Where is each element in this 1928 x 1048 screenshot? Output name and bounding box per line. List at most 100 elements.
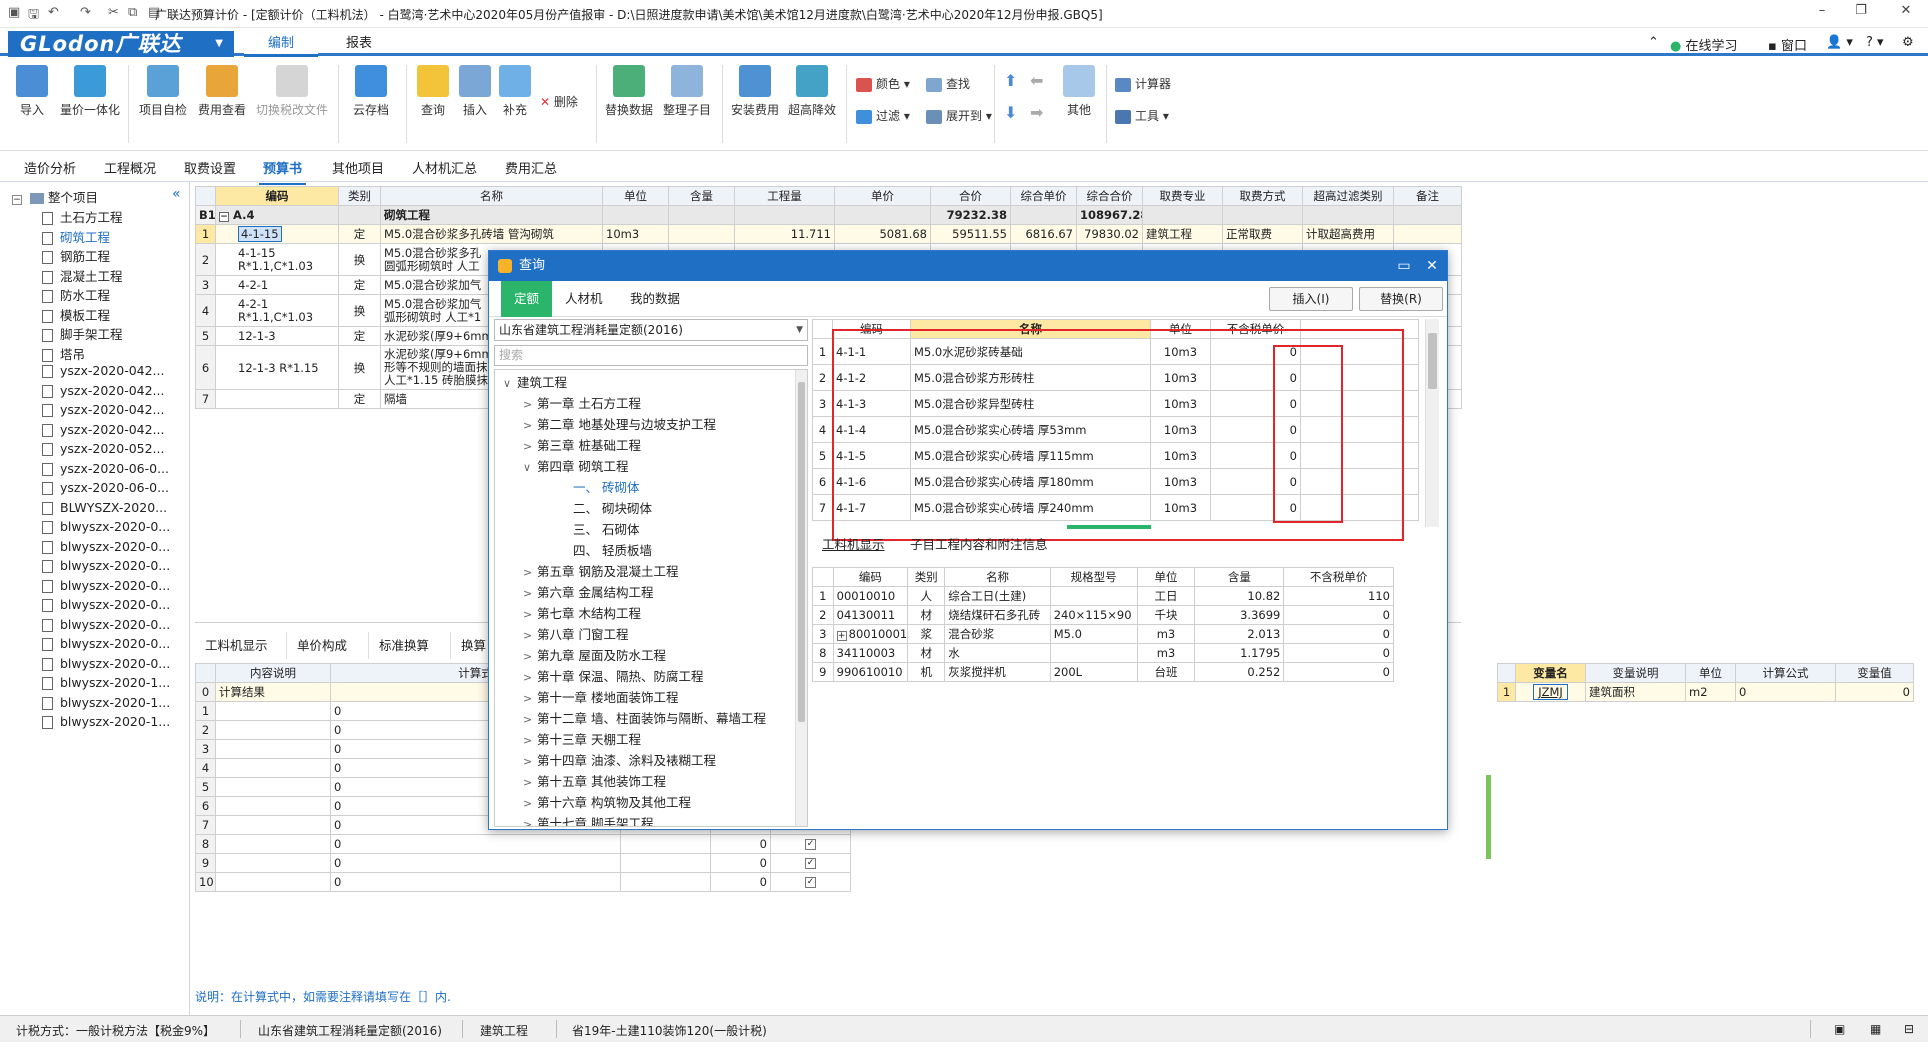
filter-button[interactable]: 过滤 ▾ xyxy=(856,107,910,124)
table-row[interactable]: 2 04130011 材烧结煤矸石多孔砖 240×115×90 千块 3.3699 0 xyxy=(812,605,1394,625)
col-m-code[interactable]: 编码 xyxy=(832,567,909,587)
install-fee-button[interactable]: 安装费用 xyxy=(731,65,779,118)
table-row[interactable]: 1 JZMJ 建筑面积 m2 0 0 xyxy=(1497,682,1914,702)
tree-item[interactable]: yszx-2020-06-0... xyxy=(42,461,169,476)
col-var-formula[interactable]: 计算公式 xyxy=(1735,663,1836,683)
col-m-price[interactable]: 不含税单价 xyxy=(1283,567,1394,587)
col-unit[interactable]: 单位 xyxy=(602,186,669,206)
col-m-name[interactable]: 名称 xyxy=(944,567,1051,587)
restore-button[interactable]: ❐ xyxy=(1845,3,1877,18)
table-row[interactable]: 3 +80010001 浆混合砂浆 M5.0 m3 2.013 0 xyxy=(812,624,1394,644)
subtab-content-notes[interactable]: 子目工程内容和附注信息 xyxy=(910,534,1048,553)
tree-item[interactable]: blwyszx-2020-0... xyxy=(42,617,170,632)
fee-standard-status[interactable]: 省19年-土建110装饰120(一般计税) xyxy=(572,1022,767,1039)
tools-button[interactable]: 工具 ▾ xyxy=(1115,107,1169,124)
move-down-icon[interactable]: ⬇ xyxy=(1004,103,1017,122)
tab-standard-conversion[interactable]: 标准换算 xyxy=(369,632,451,659)
tree-item[interactable]: blwyszx-2020-0... xyxy=(42,597,170,612)
tree-item[interactable]: blwyszx-2020-0... xyxy=(42,656,170,671)
chapter-tree-item[interactable]: 三、 石砌体 xyxy=(543,519,639,538)
tree-item[interactable]: 混凝土工程 xyxy=(42,266,123,285)
code-cell[interactable]: 4-1-15 xyxy=(238,226,282,242)
other-button[interactable]: 其他 xyxy=(1063,65,1095,118)
tree-item[interactable]: yszx-2020-042... xyxy=(42,402,164,417)
chapter-tree-item[interactable]: > 第五章 钢筋及混凝土工程 xyxy=(523,561,678,580)
cloud-archive-button[interactable]: 云存档 xyxy=(353,65,389,118)
help-menu-icon[interactable]: ? ▾ xyxy=(1866,35,1884,50)
chapter-tree-item[interactable]: > 第十四章 油漆、涂料及裱糊工程 xyxy=(523,750,716,769)
col-m-spec[interactable]: 规格型号 xyxy=(1049,567,1138,587)
resize-handle[interactable] xyxy=(1486,775,1491,859)
tree-item[interactable]: yszx-2020-06-0... xyxy=(42,480,169,495)
formula-cell[interactable]: 0 xyxy=(330,853,621,873)
subtab-resource-display[interactable]: 工料机显示 xyxy=(822,534,885,553)
tree-item[interactable]: 模板工程 xyxy=(42,305,110,324)
tree-item[interactable]: blwyszx-2020-1... xyxy=(42,714,170,729)
tree-item[interactable]: blwyszx-2020-0... xyxy=(42,578,170,593)
var-desc-cell[interactable]: 建筑面积 xyxy=(1585,682,1686,702)
checkbox[interactable]: ✓ xyxy=(805,877,816,888)
tab-cost-analysis[interactable]: 造价分析 xyxy=(24,158,76,177)
table-row[interactable]: 1 4-1-15 定 M5.0混合砂浆多孔砖墙 管沟砌筑 10m3 11.711… xyxy=(195,224,1462,244)
cut-icon[interactable]: ✂ xyxy=(108,5,119,20)
collapse-ribbon-icon[interactable]: ⌃ xyxy=(1648,35,1659,50)
fee-major-cell[interactable]: 建筑工程 xyxy=(1142,224,1223,244)
tab-project-overview[interactable]: 工程概况 xyxy=(104,158,156,177)
chapter-tree-item[interactable]: > 第七章 木结构工程 xyxy=(523,603,641,622)
minimize-button[interactable]: – xyxy=(1806,3,1838,18)
expand-to-button[interactable]: 展开到 ▾ xyxy=(926,107,992,124)
collapse-panel-icon[interactable]: « xyxy=(172,186,181,202)
online-learning-button[interactable]: ● 在线学习 xyxy=(1670,35,1738,54)
col-var-desc[interactable]: 变量说明 xyxy=(1585,663,1686,683)
tree-item[interactable]: 土石方工程 xyxy=(42,207,123,226)
tab-fee-summary[interactable]: 费用汇总 xyxy=(505,158,557,177)
menu-tab-edit[interactable]: 编制 xyxy=(244,33,318,57)
var-name-cell[interactable]: JZMJ xyxy=(1533,684,1568,700)
replace-data-button[interactable]: 替换数据 xyxy=(605,65,653,118)
tree-item[interactable]: blwyszx-2020-0... xyxy=(42,519,170,534)
tax-method-status[interactable]: 计税方式：一般计税方法【税金9%】 xyxy=(16,1022,215,1039)
over-height-cell[interactable]: 计取超高费用 xyxy=(1302,224,1394,244)
col-fee-major[interactable]: 取费专业 xyxy=(1142,186,1223,206)
insert-button[interactable]: 插入 xyxy=(459,65,491,118)
table-row[interactable]: 1 00010010 人综合工日(土建) 工日 10.82 110 xyxy=(812,586,1394,606)
section-row[interactable]: B1 − A.4 砌筑工程 79232.38 108967.28 xyxy=(195,205,1462,225)
chapter-tree-item[interactable]: > 第十二章 墙、柱面装饰与隔断、幕墙工程 xyxy=(523,708,766,727)
table-row[interactable]: 8 34110003 材水 m3 1.1795 0 xyxy=(812,643,1394,663)
tab-other-items[interactable]: 其他项目 xyxy=(332,158,384,177)
tree-item[interactable]: BLWYSZX-2020... xyxy=(42,500,167,515)
quantity-price-button[interactable]: 量价一体化 xyxy=(60,65,120,118)
color-button[interactable]: 颜色 ▾ xyxy=(856,75,910,92)
dialog-replace-button[interactable]: 替换(R) xyxy=(1359,287,1443,311)
chapter-tree-item[interactable]: > 第三章 桩基础工程 xyxy=(523,435,641,454)
delete-button[interactable]: ✕ 删除 xyxy=(540,93,578,110)
tree-item[interactable]: yszx-2020-052... xyxy=(42,441,164,456)
col-m-unit[interactable]: 单位 xyxy=(1136,567,1196,587)
col-remark[interactable]: 备注 xyxy=(1393,186,1462,206)
chapter-tree-item[interactable]: > 第八章 门窗工程 xyxy=(523,624,628,643)
tree-item[interactable]: blwyszx-2020-1... xyxy=(42,675,170,690)
quota-scrollbar[interactable] xyxy=(1425,319,1439,527)
col-content[interactable]: 含量 xyxy=(668,186,735,206)
col-var-name[interactable]: 变量名 xyxy=(1515,663,1586,683)
chapter-tree-item[interactable]: > 第十一章 楼地面装饰工程 xyxy=(523,687,678,706)
supplement-button[interactable]: 补充 xyxy=(499,65,531,118)
chapter-tree-item[interactable]: > 第一章 土石方工程 xyxy=(523,393,641,412)
settings-icon[interactable]: ⚙ xyxy=(1902,35,1914,50)
undo-icon[interactable]: ↶ xyxy=(48,5,59,20)
redo-icon[interactable]: ↷ xyxy=(80,5,91,20)
tree-root[interactable]: − 整个项目 xyxy=(12,187,98,206)
copy-icon[interactable]: ⧉ xyxy=(128,5,137,20)
col-comp-total[interactable]: 综合合价 xyxy=(1076,186,1143,206)
col-over-height[interactable]: 超高过滤类别 xyxy=(1302,186,1394,206)
view-mode-icon[interactable]: ▣ xyxy=(1834,1022,1845,1036)
app-logo[interactable]: GLodon广联达 ▼ xyxy=(8,31,234,57)
fee-method-cell[interactable]: 正常取费 xyxy=(1222,224,1303,244)
tree-item[interactable]: 塔吊 xyxy=(42,344,85,363)
col-content-desc[interactable]: 内容说明 xyxy=(215,663,331,683)
tab-price-composition[interactable]: 单价构成 xyxy=(287,632,369,659)
chapter-tree-item[interactable]: 一、 砖砌体 xyxy=(543,477,639,496)
table-row[interactable]: 8 0 0 ✓ xyxy=(195,834,851,854)
major-status[interactable]: 建筑工程 xyxy=(480,1022,528,1039)
tree-scrollbar[interactable] xyxy=(795,370,807,826)
